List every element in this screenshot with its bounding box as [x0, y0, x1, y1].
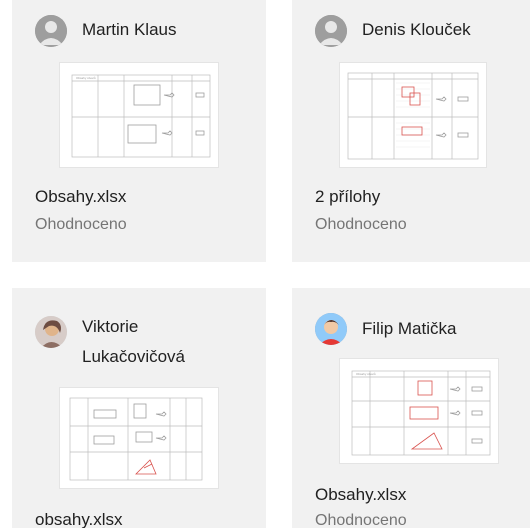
submission-card[interactable]: Viktorie Lukačovičová obsahy.xlsx	[12, 288, 266, 528]
student-name-line1: Viktorie	[82, 317, 139, 336]
submission-card[interactable]: Filip Matička Obsahy útvarů Obsahy.xlsx …	[292, 288, 530, 528]
attachment-name[interactable]: Obsahy.xlsx	[315, 485, 406, 505]
attachment-thumbnail[interactable]: Obsahy útvarů	[59, 62, 219, 168]
attachment-thumbnail[interactable]	[59, 387, 219, 489]
submission-card[interactable]: Martin Klaus Obsahy útvarů Obsahy.xlsx O…	[12, 0, 266, 262]
attachment-thumbnail[interactable]: Obsahy útvarů	[339, 358, 499, 464]
submission-card[interactable]: Denis Klouček 2 přílohy Ohodnoceno	[292, 0, 530, 262]
user-photo-avatar	[35, 316, 67, 348]
student-name-line2: Lukačovičová	[82, 347, 186, 366]
student-name: Denis Klouček	[362, 20, 471, 39]
attachment-thumbnail[interactable]	[339, 62, 487, 168]
submission-status: Ohodnoceno	[35, 216, 127, 233]
student-name: Martin Klaus	[82, 20, 177, 39]
attachment-name[interactable]: Obsahy.xlsx	[35, 187, 126, 207]
submission-status: Ohodnoceno	[315, 512, 407, 528]
svg-text:Obsahy útvarů: Obsahy útvarů	[76, 76, 96, 80]
submission-status: Ohodnoceno	[315, 216, 407, 233]
user-photo-avatar	[315, 313, 347, 345]
user-avatar-icon	[315, 15, 347, 47]
attachment-name[interactable]: 2 přílohy	[315, 187, 380, 207]
student-name: Filip Matička	[362, 319, 457, 338]
user-avatar-icon	[35, 15, 67, 47]
svg-text:Obsahy útvarů: Obsahy útvarů	[356, 372, 376, 376]
attachment-name[interactable]: obsahy.xlsx	[35, 510, 123, 528]
